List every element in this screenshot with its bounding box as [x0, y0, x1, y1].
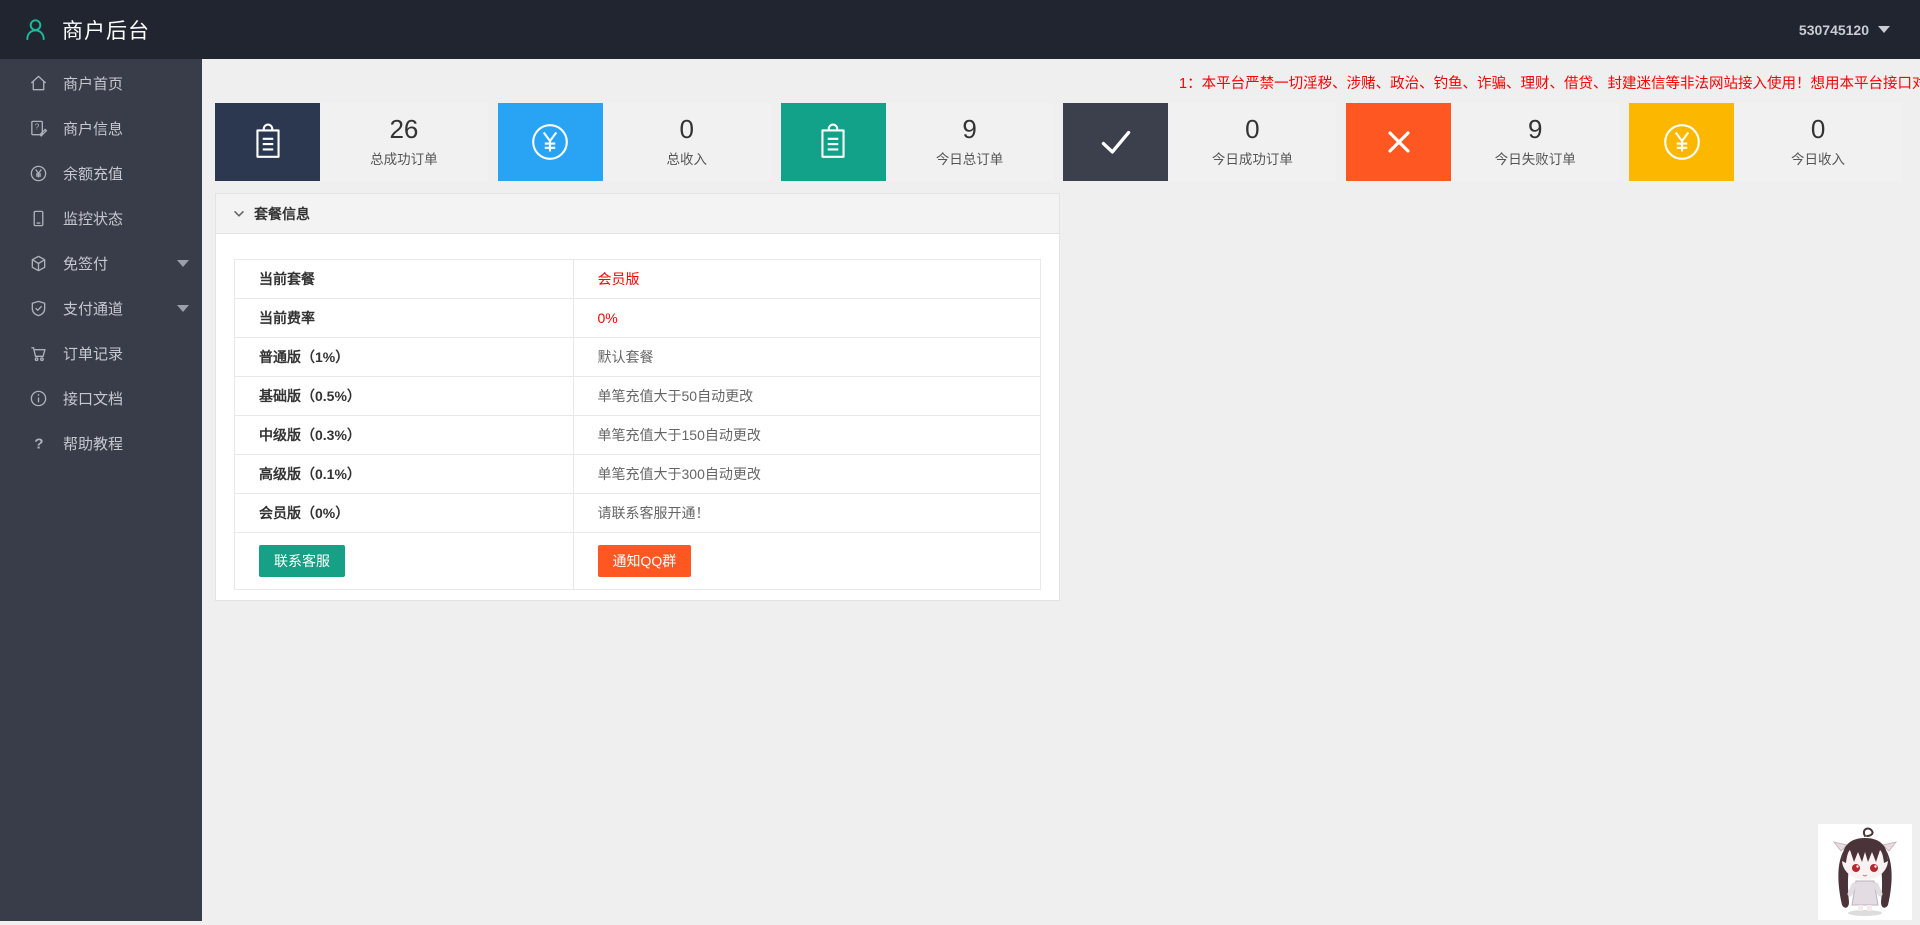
notice-bar: 1：本平台严禁一切淫秽、涉赌、政治、钓鱼、诈骗、理财、借贷、封建迷信等非法网站接… [202, 59, 1920, 103]
row-label: 高级版（0.1%） [235, 455, 574, 494]
stats-row: 26 总成功订单 0 总收入 9 今日总订单 [215, 103, 1902, 181]
row-value: 单笔充值大于50自动更改 [573, 377, 1040, 416]
svg-text:?: ? [34, 435, 43, 452]
yen-circle-icon [498, 103, 603, 181]
check-icon [1063, 103, 1168, 181]
qq-group-button[interactable]: 通知QQ群 [598, 545, 692, 577]
shield-check-icon [28, 299, 48, 319]
chevron-down-icon [233, 208, 245, 220]
cart-icon [28, 344, 48, 364]
sidebar-item[interactable]: 商户首页 [0, 61, 202, 106]
sidebar-item-label: 订单记录 [63, 343, 123, 364]
table-row: 高级版（0.1%） 单笔充值大于300自动更改 [235, 455, 1041, 494]
stat-card: 0 今日成功订单 [1063, 103, 1336, 181]
row-value: 单笔充值大于150自动更改 [573, 416, 1040, 455]
sidebar-item-label: 余额充值 [63, 163, 123, 184]
table-row: 普通版（1%） 默认套餐 [235, 338, 1041, 377]
sidebar-item-label: 帮助教程 [63, 433, 123, 454]
row-label: 当前套餐 [235, 260, 574, 299]
clipboard-icon [215, 103, 320, 181]
stat-label: 今日收入 [1791, 148, 1845, 168]
stat-value: 0 [680, 116, 694, 143]
table-row: 中级版（0.3%） 单笔充值大于150自动更改 [235, 416, 1041, 455]
row-value: 0% [573, 299, 1040, 338]
row-value: 默认套餐 [573, 338, 1040, 377]
question-icon: ? [28, 434, 48, 454]
warning-text: 1：本平台严禁一切淫秽、涉赌、政治、钓鱼、诈骗、理财、借贷、封建迷信等非法网站接… [1179, 72, 1920, 93]
sidebar-item-label: 商户首页 [63, 73, 123, 94]
stat-card: 9 今日总订单 [781, 103, 1054, 181]
sidebar-item-label: 支付通道 [63, 298, 123, 319]
chevron-down-icon [177, 305, 189, 312]
stat-value: 26 [389, 116, 418, 143]
table-row-buttons: 联系客服 通知QQ群 [235, 533, 1041, 590]
person-icon [22, 16, 49, 43]
stat-label: 今日成功订单 [1212, 148, 1293, 168]
sidebar-item[interactable]: ? 商户信息 [0, 106, 202, 151]
row-label: 中级版（0.3%） [235, 416, 574, 455]
close-icon [1346, 103, 1451, 181]
stat-label: 总收入 [666, 148, 707, 168]
stat-label: 今日总订单 [936, 148, 1004, 168]
package-info-panel: 套餐信息 当前套餐 会员版 当前费率 0% [215, 193, 1060, 601]
cube-icon [28, 254, 48, 274]
main-content: 1：本平台严禁一切淫秽、涉赌、政治、钓鱼、诈骗、理财、借贷、封建迷信等非法网站接… [202, 0, 1920, 921]
table-row: 当前套餐 会员版 [235, 260, 1041, 299]
brand: 商户后台 [0, 15, 150, 45]
sidebar-item[interactable]: 监控状态 [0, 196, 202, 241]
package-table-body: 当前套餐 会员版 当前费率 0% 普通版（1%） 默认套餐 [235, 260, 1041, 590]
merchant-info-icon: ? [28, 119, 48, 139]
row-label: 会员版（0%） [235, 494, 574, 533]
stat-card: 0 总收入 [498, 103, 771, 181]
sidebar-nav: 商户首页 ? 商户信息 余额充值 监控状态 免签付 支付通道 [0, 59, 202, 921]
stat-value: 0 [1811, 116, 1825, 143]
row-value: 会员版 [573, 260, 1040, 299]
table-row: 当前费率 0% [235, 299, 1041, 338]
top-header: 商户后台 530745120 [0, 0, 1920, 59]
sidebar-item[interactable]: ? 帮助教程 [0, 421, 202, 466]
row-value: 请联系客服开通！ [573, 494, 1040, 533]
chevron-down-icon [177, 260, 189, 267]
sidebar-item-label: 接口文档 [63, 388, 123, 409]
sidebar-item-label: 免签付 [63, 253, 108, 274]
table-row: 会员版（0%） 请联系客服开通！ [235, 494, 1041, 533]
package-table: 当前套餐 会员版 当前费率 0% 普通版（1%） 默认套餐 [234, 259, 1041, 590]
sidebar-item-label: 商户信息 [63, 118, 123, 139]
stat-value: 0 [1245, 116, 1259, 143]
stat-value: 9 [1528, 116, 1542, 143]
row-value: 单笔充值大于300自动更改 [573, 455, 1040, 494]
sidebar-item-label: 监控状态 [63, 208, 123, 229]
recharge-yen-icon [28, 164, 48, 184]
stat-value: 9 [962, 116, 976, 143]
stat-card: 0 今日收入 [1629, 103, 1902, 181]
stat-card: 26 总成功订单 [215, 103, 488, 181]
row-label: 当前费率 [235, 299, 574, 338]
panel-title: 套餐信息 [254, 204, 310, 224]
sidebar-item[interactable]: 余额充值 [0, 151, 202, 196]
svg-text:?: ? [34, 122, 39, 131]
sidebar-item[interactable]: 免签付 [0, 241, 202, 286]
account-number: 530745120 [1799, 22, 1869, 38]
yen-circle-icon [1629, 103, 1734, 181]
clipboard-icon [781, 103, 886, 181]
info-circle-icon [28, 389, 48, 409]
sidebar-item[interactable]: 接口文档 [0, 376, 202, 421]
account-dropdown[interactable]: 530745120 [1799, 22, 1920, 38]
home-icon [28, 74, 48, 94]
stat-label: 今日失败订单 [1495, 148, 1576, 168]
sidebar-item[interactable]: 支付通道 [0, 286, 202, 331]
sidebar-item[interactable]: 订单记录 [0, 331, 202, 376]
stat-label: 总成功订单 [370, 148, 438, 168]
table-row: 基础版（0.5%） 单笔充值大于50自动更改 [235, 377, 1041, 416]
row-label: 基础版（0.5%） [235, 377, 574, 416]
chevron-down-icon [1878, 26, 1890, 33]
contact-support-button[interactable]: 联系客服 [259, 545, 345, 577]
page-title: 商户后台 [62, 15, 150, 45]
row-label: 普通版（1%） [235, 338, 574, 377]
monitor-phone-icon [28, 209, 48, 229]
stat-card: 9 今日失败订单 [1346, 103, 1619, 181]
mascot-image[interactable] [1818, 824, 1912, 920]
package-panel-header[interactable]: 套餐信息 [216, 194, 1059, 234]
